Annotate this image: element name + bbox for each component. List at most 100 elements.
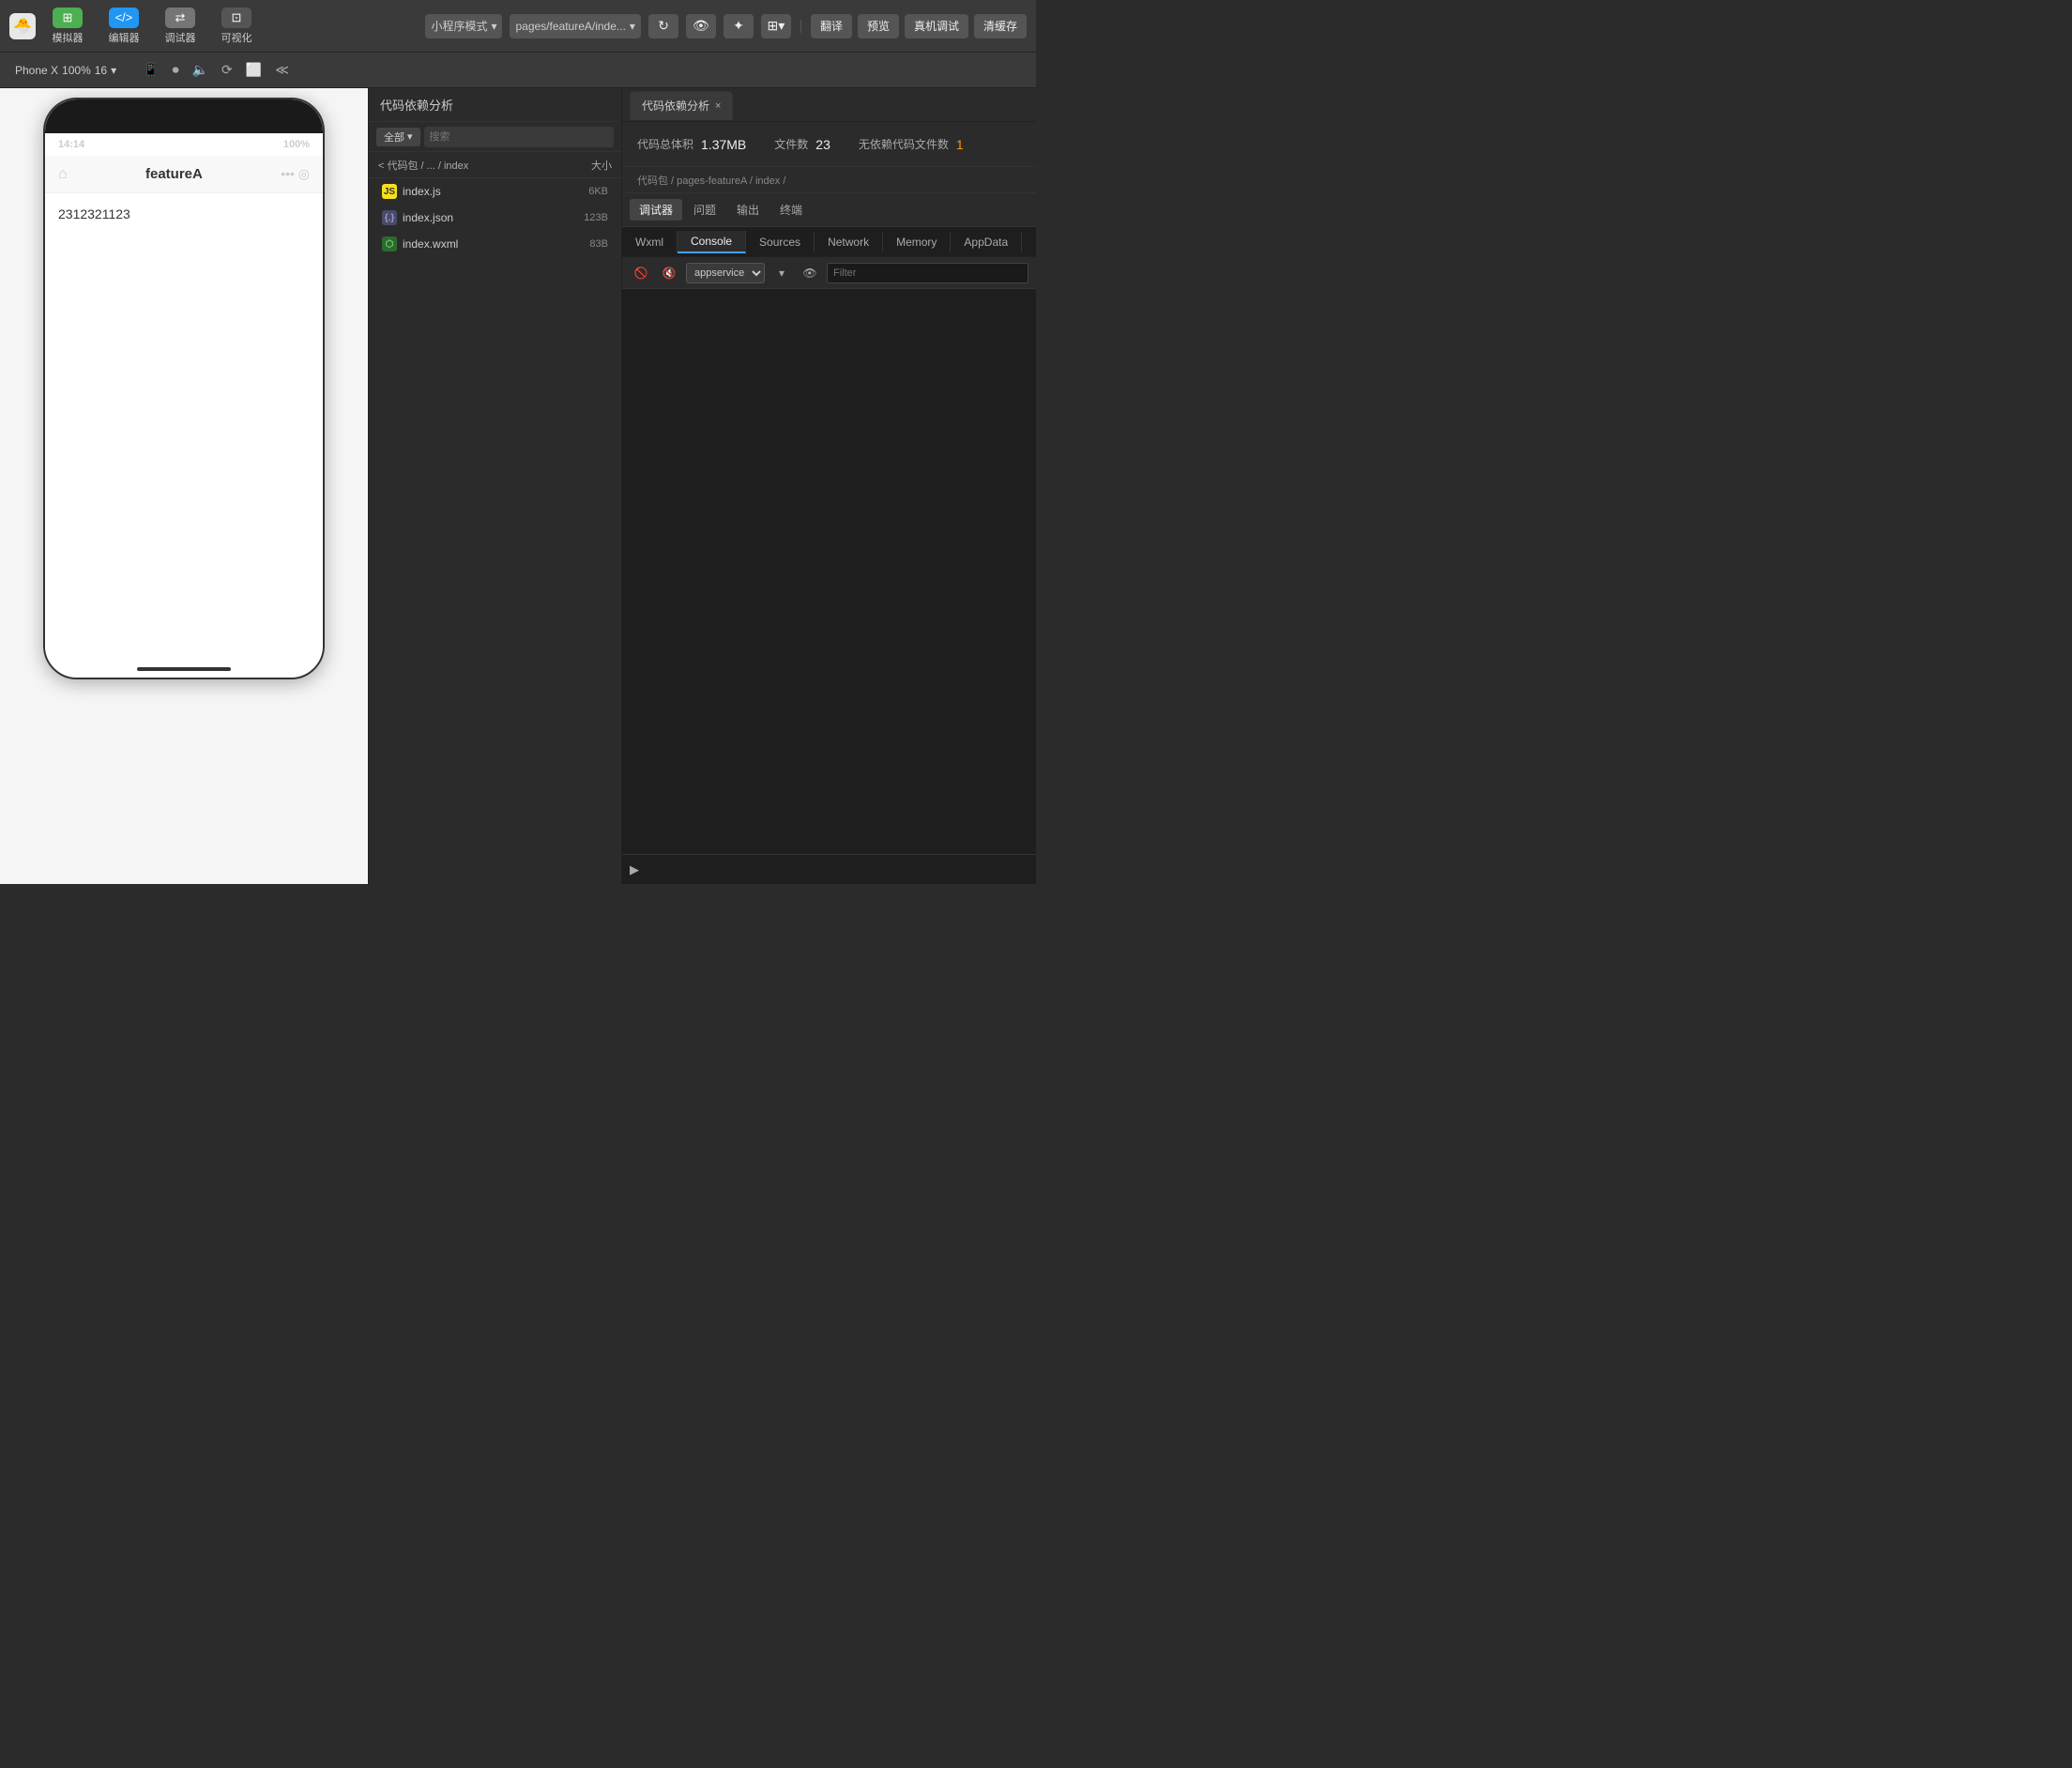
phone-status-bar: 14:14 100%	[45, 133, 323, 156]
wxml-file-icon: ⬡	[382, 236, 397, 251]
console-tab-console[interactable]: Console	[678, 231, 746, 253]
file-item-wxml[interactable]: ⬡ index.wxml 83B	[369, 231, 621, 257]
eye-btn[interactable]: 👁	[686, 14, 716, 38]
main-layout: 14:14 100% ⌂ featureA ••• ◎ 2312321123 代…	[0, 88, 1036, 884]
console-dropdown-btn[interactable]: ▾	[770, 262, 793, 284]
no-dep-item: 无依赖代码文件数 1	[859, 136, 964, 152]
debug-tab-debugger[interactable]: 调试器	[630, 199, 682, 221]
volume-icon[interactable]: 🔈	[189, 60, 212, 80]
device-icons: 📱 ⏺ 🔈 ⟳ ⬜ ≪	[124, 60, 293, 80]
editor-btn[interactable]: </> 编辑器	[99, 8, 148, 45]
phone-nav-bar: ⌂ featureA ••• ◎	[45, 156, 323, 193]
layers-btn[interactable]: ⊞▾	[761, 14, 791, 38]
phone-battery: 100%	[283, 139, 310, 150]
wxml-filename: index.wxml	[403, 237, 458, 251]
console-service-select[interactable]: appservice	[686, 263, 765, 283]
second-toolbar: Phone X 100% 16 ▾ 📱 ⏺ 🔈 ⟳ ⬜ ≪	[0, 53, 1036, 88]
mode-dropdown[interactable]: 小程序模式 ▾	[425, 14, 502, 38]
total-size-value: 1.37MB	[701, 137, 746, 152]
device-info[interactable]: Phone X 100% 16 ▾	[9, 62, 122, 79]
console-tab-wxml[interactable]: Wxml	[622, 232, 678, 252]
file-list: JS index.js 6KB {.} index.json 123B ⬡ in…	[369, 178, 621, 884]
no-dep-value: 1	[956, 137, 964, 152]
zoom-value: 16	[95, 64, 107, 77]
file-count-value: 23	[815, 137, 830, 152]
simulator-btn[interactable]: ⊞ 模拟器	[43, 8, 92, 45]
console-filter-input[interactable]	[827, 263, 1028, 283]
file-item-js[interactable]: JS index.js 6KB	[369, 178, 621, 205]
visual-btn[interactable]: ⊡ 可视化	[212, 8, 261, 45]
record-icon[interactable]: ⏺	[169, 60, 183, 80]
console-tab-memory[interactable]: Memory	[883, 232, 951, 252]
phone-nav-home[interactable]: ⌂	[58, 166, 68, 183]
debug-tab-issues[interactable]: 问题	[684, 199, 725, 221]
refresh-btn[interactable]: ↻	[648, 14, 678, 38]
console-tab-sto[interactable]: Sto...	[1022, 232, 1036, 252]
console-prompt: ▶	[630, 862, 639, 877]
console-input-row: ▶	[622, 854, 1036, 884]
file-item-json[interactable]: {.} index.json 123B	[369, 205, 621, 231]
js-filesize: 6KB	[588, 186, 608, 197]
breadcrumb: 代码包 / pages-featureA / index /	[622, 167, 1036, 193]
file-count-item: 文件数 23	[774, 136, 830, 152]
phone-panel: 14:14 100% ⌂ featureA ••• ◎ 2312321123	[0, 88, 369, 884]
more-icon[interactable]: ≪	[271, 60, 293, 80]
file-panel: 代码依赖分析 全部 ▾ < 代码包 / ... / index 大小 JS in…	[369, 88, 622, 884]
code-analysis-close-btn[interactable]: ×	[715, 100, 721, 112]
js-filename: index.js	[403, 185, 441, 198]
translate-btn[interactable]: 翻译	[811, 14, 852, 38]
preview-btn[interactable]: 预览	[858, 14, 899, 38]
analysis-info: 代码总体积 1.37MB 文件数 23 无依赖代码文件数 1	[622, 122, 1036, 167]
js-file-icon: JS	[382, 184, 397, 199]
wxml-filesize: 83B	[589, 238, 608, 250]
console-content	[622, 289, 1036, 854]
phone-frame: 14:14 100% ⌂ featureA ••• ◎ 2312321123	[43, 98, 325, 679]
path-dropdown[interactable]: pages/featureA/inde... ▾	[510, 14, 640, 38]
console-input[interactable]	[643, 863, 1028, 876]
debug-tabs-row: 调试器 问题 输出 终端	[622, 193, 1036, 227]
top-toolbar: 🐣 ⊞ 模拟器 </> 编辑器 ⇄ 调试器 ⊡ 可视化 小程序模式 ▾ page…	[0, 0, 1036, 53]
debug-tab-terminal[interactable]: 终端	[770, 199, 812, 221]
console-toolbar: 🚫 🔇 appservice ▾ 👁	[622, 257, 1036, 289]
device-test-btn[interactable]: 真机调试	[905, 14, 968, 38]
debugger-label: 调试器	[165, 30, 196, 45]
screen-rotate-icon[interactable]: ⟳	[218, 60, 236, 80]
right-panel: 代码依赖分析 × 代码总体积 1.37MB 文件数 23 无依赖代码文件数 1 …	[622, 88, 1036, 884]
home-bar	[137, 667, 231, 671]
console-eye-btn[interactable]: 👁	[799, 262, 821, 284]
phone-icon[interactable]: 📱	[139, 60, 162, 80]
separator	[800, 20, 801, 33]
phone-home-indicator	[45, 661, 323, 678]
debugger-btn[interactable]: ⇄ 调试器	[156, 8, 205, 45]
file-panel-header: 代码依赖分析	[369, 88, 621, 122]
screenshot-icon[interactable]: ⬜	[242, 60, 266, 80]
code-analysis-tab-label: 代码依赖分析	[642, 98, 709, 114]
console-tabs-row: Wxml Console Sources Network Memory AppD…	[622, 227, 1036, 257]
file-nav: < 代码包 / ... / index 大小	[369, 152, 621, 178]
file-count-label: 文件数	[774, 136, 808, 152]
json-filename: index.json	[403, 211, 453, 224]
phone-content-text: 2312321123	[58, 206, 130, 221]
console-stop-btn[interactable]: 🔇	[658, 262, 680, 284]
json-filesize: 123B	[584, 212, 608, 223]
total-size-label: 代码总体积	[637, 136, 693, 152]
phone-nav-more[interactable]: ••• ◎	[281, 166, 310, 182]
console-tab-appdata[interactable]: AppData	[951, 232, 1022, 252]
file-search-input[interactable]	[424, 127, 614, 147]
phone-content: 2312321123	[45, 193, 323, 661]
wand-btn[interactable]: ✦	[724, 14, 754, 38]
device-zoom: 100%	[62, 64, 91, 77]
all-filter-btn[interactable]: 全部 ▾	[376, 128, 420, 146]
total-size-item: 代码总体积 1.37MB	[637, 136, 746, 152]
clear-cache-btn[interactable]: 清缓存	[974, 14, 1027, 38]
no-dep-label: 无依赖代码文件数	[859, 136, 949, 152]
phone-nav-title: featureA	[145, 166, 203, 182]
debug-tab-output[interactable]: 输出	[727, 199, 769, 221]
simulator-label: 模拟器	[53, 30, 84, 45]
json-file-icon: {.}	[382, 210, 397, 225]
code-analysis-tab[interactable]: 代码依赖分析 ×	[630, 91, 733, 120]
console-tab-network[interactable]: Network	[815, 232, 883, 252]
code-analysis-tabbar: 代码依赖分析 ×	[622, 88, 1036, 122]
console-clear-btn[interactable]: 🚫	[630, 262, 652, 284]
console-tab-sources[interactable]: Sources	[746, 232, 815, 252]
